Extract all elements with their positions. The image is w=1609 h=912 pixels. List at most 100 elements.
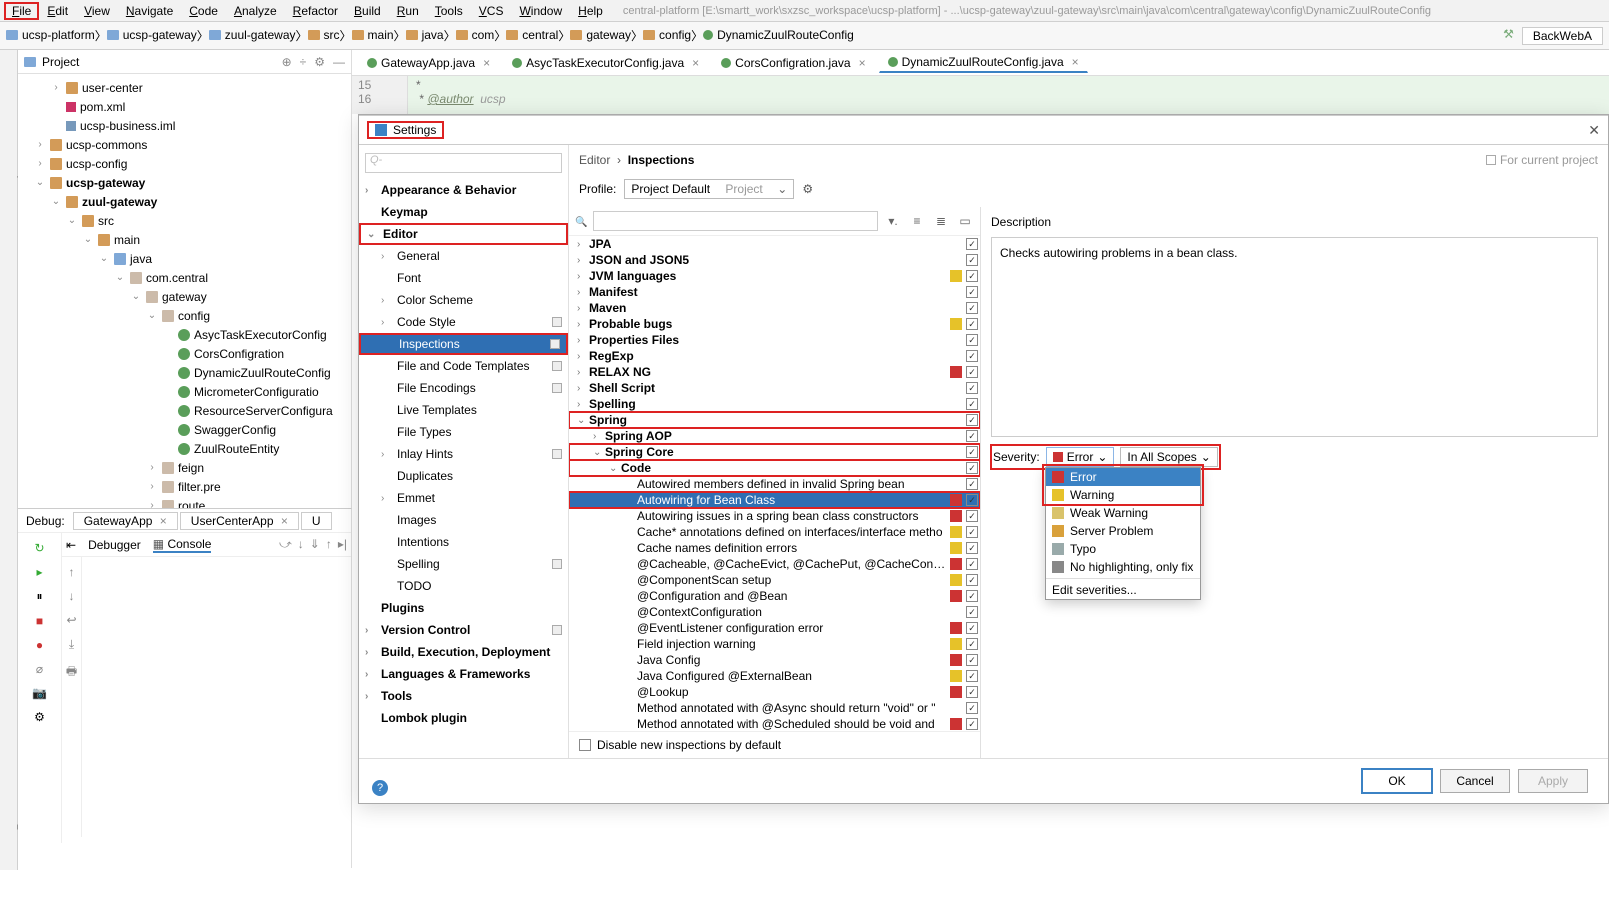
filter-icon[interactable]: ▾. <box>884 212 902 230</box>
inspection-item[interactable]: ›JPA <box>569 236 980 252</box>
menu-run[interactable]: Run <box>389 2 427 20</box>
inspection-item[interactable]: @Lookup <box>569 684 980 700</box>
breadcrumb-java[interactable]: java <box>406 28 444 42</box>
settings-tree-item[interactable]: File Encodings <box>359 377 568 399</box>
settings-tree-item[interactable]: Live Templates <box>359 399 568 421</box>
inspection-checkbox[interactable] <box>966 254 978 266</box>
console-wrap-icon[interactable]: ↩ <box>66 613 76 627</box>
settings-tree-item[interactable]: Images <box>359 509 568 531</box>
settings-search[interactable] <box>365 153 562 173</box>
tree-item[interactable]: ZuulRouteEntity <box>18 439 351 458</box>
inspection-checkbox[interactable] <box>966 462 978 474</box>
settings-tree-item[interactable]: Keymap <box>359 201 568 223</box>
inspections-tree[interactable]: ›JPA›JSON and JSON5›JVM languages›Manife… <box>569 236 980 731</box>
menu-file[interactable]: File <box>4 2 39 20</box>
settings-tree-item[interactable]: File Types <box>359 421 568 443</box>
breadcrumb-gateway[interactable]: gateway <box>570 28 631 42</box>
cancel-button[interactable]: Cancel <box>1440 769 1510 793</box>
inspection-checkbox[interactable] <box>966 366 978 378</box>
inspection-item[interactable]: Method annotated with @Async should retu… <box>569 700 980 716</box>
inspection-item[interactable]: ›Maven <box>569 300 980 316</box>
inspection-search[interactable] <box>593 211 878 231</box>
step-into-icon[interactable]: ↓ <box>298 537 304 552</box>
force-step-into-icon[interactable]: ⇓ <box>310 537 320 552</box>
settings-tree-item[interactable]: ›Code Style <box>359 311 568 333</box>
tree-item[interactable]: ucsp-business.iml <box>18 116 351 135</box>
menu-navigate[interactable]: Navigate <box>118 2 181 20</box>
tree-item[interactable]: DynamicZuulRouteConfig <box>18 363 351 382</box>
inspection-item[interactable]: ⌄Spring Core <box>569 444 980 460</box>
inspection-checkbox[interactable] <box>966 238 978 250</box>
editor-content[interactable]: * * @author ucsp <box>408 76 514 114</box>
breadcrumb-central[interactable]: central <box>506 28 558 42</box>
apply-button[interactable]: Apply <box>1518 769 1588 793</box>
inspection-checkbox[interactable] <box>966 478 978 490</box>
run-to-cursor-icon[interactable]: ▸| <box>338 537 347 552</box>
inspection-item[interactable]: Field injection warning <box>569 636 980 652</box>
close-icon[interactable]: ✕ <box>1588 122 1600 139</box>
breadcrumb-zuul-gateway[interactable]: zuul-gateway <box>209 28 296 42</box>
menu-window[interactable]: Window <box>511 2 570 20</box>
show-icon[interactable]: ▭ <box>956 212 974 230</box>
inspection-item[interactable]: ⌄Code <box>569 460 980 476</box>
tree-item[interactable]: ›ucsp-config <box>18 154 351 173</box>
inspection-item[interactable]: ›Properties Files <box>569 332 980 348</box>
inspection-checkbox[interactable] <box>966 414 978 426</box>
settings-tree-item[interactable]: ›Tools <box>359 685 568 707</box>
severity-option[interactable]: Error <box>1046 468 1200 486</box>
inspection-item[interactable]: Java Config <box>569 652 980 668</box>
inspection-checkbox[interactable] <box>966 542 978 554</box>
project-select-opened-icon[interactable]: ⊕ <box>282 55 292 69</box>
resume-icon[interactable]: ▸ <box>36 565 42 579</box>
tree-item[interactable]: ResourceServerConfigura <box>18 401 351 420</box>
settings-tree-item[interactable]: ›Color Scheme <box>359 289 568 311</box>
project-hide-icon[interactable]: — <box>333 55 345 69</box>
close-tab-icon[interactable]: × <box>859 56 866 70</box>
editor-tab[interactable]: CorsConfigration.java× <box>712 53 874 73</box>
step-out-icon[interactable]: ↑ <box>326 537 332 552</box>
console-print-icon[interactable]: 🖶 <box>66 662 77 683</box>
settings-tree-item[interactable]: Lombok plugin <box>359 707 568 729</box>
tree-item[interactable]: ›feign <box>18 458 351 477</box>
settings-icon[interactable]: ⚙ <box>34 710 45 724</box>
inspection-checkbox[interactable] <box>966 702 978 714</box>
settings-tree-item[interactable]: ›Languages & Frameworks <box>359 663 568 685</box>
expand-all-icon[interactable]: ≡ <box>908 212 926 230</box>
menu-build[interactable]: Build <box>346 2 389 20</box>
menu-help[interactable]: Help <box>570 2 611 20</box>
inspection-item[interactable]: ›Shell Script <box>569 380 980 396</box>
close-tab-icon[interactable]: × <box>692 56 699 70</box>
breakpoints-icon[interactable]: ● <box>36 638 43 652</box>
build-icon[interactable]: ⚒ <box>1503 27 1514 45</box>
inspection-checkbox[interactable] <box>966 350 978 362</box>
breadcrumb-ucsp-gateway[interactable]: ucsp-gateway <box>107 28 197 42</box>
inspection-item[interactable]: @Cacheable, @CacheEvict, @CachePut, @Cac… <box>569 556 980 572</box>
severity-option[interactable]: Typo <box>1046 540 1200 558</box>
tree-item[interactable]: CorsConfigration <box>18 344 351 363</box>
settings-tree-item[interactable]: ›Inlay Hints <box>359 443 568 465</box>
inspection-item[interactable]: ›Spring AOP <box>569 428 980 444</box>
breadcrumb-config[interactable]: config <box>643 28 691 42</box>
inspection-checkbox[interactable] <box>966 718 978 730</box>
breadcrumb-src[interactable]: src <box>308 28 340 42</box>
ok-button[interactable]: OK <box>1362 769 1432 793</box>
menu-refactor[interactable]: Refactor <box>285 2 346 20</box>
editor-tab[interactable]: GatewayApp.java× <box>358 53 499 73</box>
inspection-item[interactable]: ›RegExp <box>569 348 980 364</box>
rerun-icon[interactable]: ↻ <box>34 541 44 555</box>
menu-code[interactable]: Code <box>181 2 226 20</box>
tree-item[interactable]: ⌄com.central <box>18 268 351 287</box>
settings-tree-item[interactable]: ›General <box>359 245 568 267</box>
breadcrumb-com[interactable]: com <box>456 28 495 42</box>
inspection-checkbox[interactable] <box>966 286 978 298</box>
inspection-checkbox[interactable] <box>966 558 978 570</box>
close-tab-icon[interactable]: × <box>1072 55 1079 69</box>
severity-option[interactable]: Warning <box>1046 486 1200 504</box>
camera-icon[interactable]: 📷 <box>32 686 47 700</box>
inspection-checkbox[interactable] <box>966 334 978 346</box>
tree-item[interactable]: ⌄gateway <box>18 287 351 306</box>
menu-vcs[interactable]: VCS <box>471 2 512 20</box>
tree-item[interactable]: ⌄config <box>18 306 351 325</box>
inspection-checkbox[interactable] <box>966 606 978 618</box>
project-tree[interactable]: ›user-centerpom.xmlucsp-business.iml›ucs… <box>18 74 351 519</box>
